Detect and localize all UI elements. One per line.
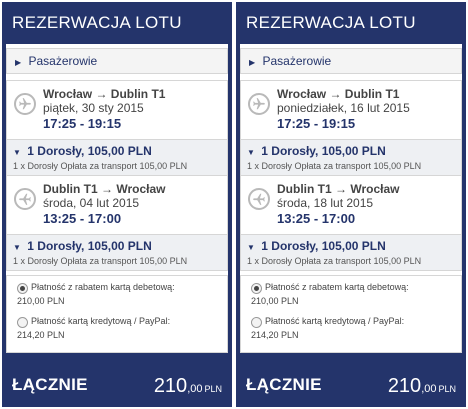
payment-amount: 214,20 PLN xyxy=(251,330,299,340)
fare-head-text: 1 Dorosły, 105,00 PLN xyxy=(27,144,152,158)
fare-detail: 1 x Dorosły Opłata za transport 105,00 P… xyxy=(247,161,422,171)
triangle-down-icon: ▼ xyxy=(13,243,21,252)
flight-times: 13:25 - 17:00 xyxy=(43,211,122,226)
flight-date: środa, 04 lut 2015 xyxy=(43,196,140,210)
booking-summary-panel: REZERWACJA LOTU ▶ Pasażerowie Wrocław → … xyxy=(236,2,466,407)
passengers-label: Pasażerowie xyxy=(28,54,98,68)
fare-summary: ▼ 1 Dorosły, 105,00 PLN xyxy=(247,239,455,255)
outbound-fare[interactable]: ▼ 1 Dorosły, 105,00 PLN 1 x Dorosły Opła… xyxy=(6,140,228,176)
return-fare[interactable]: ▼ 1 Dorosły, 105,00 PLN 1 x Dorosły Opła… xyxy=(6,235,228,271)
fare-summary: ▼ 1 Dorosły, 105,00 PLN xyxy=(13,144,221,160)
flight-times: 17:25 - 19:15 xyxy=(43,116,122,131)
fare-head-text: 1 Dorosły, 105,00 PLN xyxy=(261,239,386,253)
fare-head-text: 1 Dorosły, 105,00 PLN xyxy=(27,239,152,253)
summary-content: ▶ Pasażerowie Wrocław → Dublin T1 piątek… xyxy=(6,44,228,353)
radio-unselected[interactable] xyxy=(17,317,28,328)
flight-route: Wrocław → Dublin T1 xyxy=(277,87,400,101)
payment-amount: 210,00 PLN xyxy=(17,296,65,306)
triangle-down-icon: ▼ xyxy=(247,148,255,157)
fare-detail: 1 x Dorosły Opłata za transport 105,00 P… xyxy=(247,256,422,266)
flight-date: piątek, 30 sty 2015 xyxy=(43,101,144,115)
flight-route: Wrocław → Dublin T1 xyxy=(43,87,166,101)
flight-route: Dublin T1 → Wrocław xyxy=(277,182,400,196)
plane-icon xyxy=(14,93,36,115)
flight-date: środa, 18 lut 2015 xyxy=(277,196,374,210)
plane-icon xyxy=(14,188,36,210)
payment-option-debit[interactable]: Płatność z rabatem kartą debetową: 210,0… xyxy=(247,280,455,314)
payment-option-credit[interactable]: Płatność kartą kredytową / PayPal: 214,2… xyxy=(13,314,221,348)
total-bar: ŁĄCZNIE 210,00 PLN xyxy=(6,369,228,403)
return-flight: Dublin T1 → Wrocław środa, 04 lut 2015 1… xyxy=(6,176,228,235)
flight-route: Dublin T1 → Wrocław xyxy=(43,182,166,196)
total-integer: 210 xyxy=(387,375,422,397)
payment-label: Płatność kartą kredytową / PayPal: xyxy=(31,316,171,326)
total-amount: 210,00 PLN xyxy=(388,375,456,398)
payment-label: Płatność kartą kredytową / PayPal: xyxy=(265,316,405,326)
payment-label: Płatność z rabatem kartą debetową: xyxy=(31,282,175,292)
payment-options: Płatność z rabatem kartą debetową: 210,0… xyxy=(240,275,462,353)
flight-date: poniedziałek, 16 lut 2015 xyxy=(277,101,410,115)
passengers-toggle[interactable]: ▶ Pasażerowie xyxy=(6,48,228,74)
payment-amount: 214,20 PLN xyxy=(17,330,65,340)
total-amount: 210,00 PLN xyxy=(154,375,222,398)
payment-amount: 210,00 PLN xyxy=(251,296,299,306)
return-flight: Dublin T1 → Wrocław środa, 18 lut 2015 1… xyxy=(240,176,462,235)
total-label: ŁĄCZNIE xyxy=(246,375,322,394)
triangle-right-icon: ▶ xyxy=(249,58,256,67)
triangle-right-icon: ▶ xyxy=(15,58,22,67)
fare-summary: ▼ 1 Dorosły, 105,00 PLN xyxy=(13,239,221,255)
total-currency: PLN xyxy=(204,384,222,394)
panel-title: REZERWACJA LOTU xyxy=(12,13,182,32)
payment-label: Płatność z rabatem kartą debetową: xyxy=(265,282,409,292)
fare-head-text: 1 Dorosły, 105,00 PLN xyxy=(261,144,386,158)
summary-content: ▶ Pasażerowie Wrocław → Dublin T1 ponied… xyxy=(240,44,462,353)
payment-option-debit[interactable]: Płatność z rabatem kartą debetową: 210,0… xyxy=(13,280,221,314)
triangle-down-icon: ▼ xyxy=(247,243,255,252)
outbound-fare[interactable]: ▼ 1 Dorosły, 105,00 PLN 1 x Dorosły Opła… xyxy=(240,140,462,176)
booking-summary-panel: REZERWACJA LOTU ▶ Pasażerowie Wrocław → … xyxy=(2,2,232,407)
radio-selected[interactable] xyxy=(251,283,262,294)
radio-unselected[interactable] xyxy=(251,317,262,328)
outbound-flight: Wrocław → Dublin T1 piątek, 30 sty 2015 … xyxy=(6,80,228,140)
triangle-down-icon: ▼ xyxy=(13,148,21,157)
outbound-flight: Wrocław → Dublin T1 poniedziałek, 16 lut… xyxy=(240,80,462,140)
total-integer: 210 xyxy=(153,375,188,397)
passengers-label: Pasażerowie xyxy=(262,54,332,68)
flight-times: 13:25 - 17:00 xyxy=(277,211,356,226)
payment-option-credit[interactable]: Płatność kartą kredytową / PayPal: 214,2… xyxy=(247,314,455,348)
total-currency: PLN xyxy=(438,384,456,394)
total-decimal: ,00 xyxy=(421,383,437,395)
total-label: ŁĄCZNIE xyxy=(12,375,88,394)
return-fare[interactable]: ▼ 1 Dorosły, 105,00 PLN 1 x Dorosły Opła… xyxy=(240,235,462,271)
total-bar: ŁĄCZNIE 210,00 PLN xyxy=(240,369,462,403)
fare-summary: ▼ 1 Dorosły, 105,00 PLN xyxy=(247,144,455,160)
total-decimal: ,00 xyxy=(187,383,203,395)
radio-selected[interactable] xyxy=(17,283,28,294)
plane-icon xyxy=(248,188,270,210)
passengers-toggle[interactable]: ▶ Pasażerowie xyxy=(240,48,462,74)
plane-icon xyxy=(248,93,270,115)
fare-detail: 1 x Dorosły Opłata za transport 105,00 P… xyxy=(13,256,188,266)
payment-options: Płatność z rabatem kartą debetową: 210,0… xyxy=(6,275,228,353)
panel-title: REZERWACJA LOTU xyxy=(246,13,416,32)
fare-detail: 1 x Dorosły Opłata za transport 105,00 P… xyxy=(13,161,188,171)
flight-times: 17:25 - 19:15 xyxy=(277,116,356,131)
